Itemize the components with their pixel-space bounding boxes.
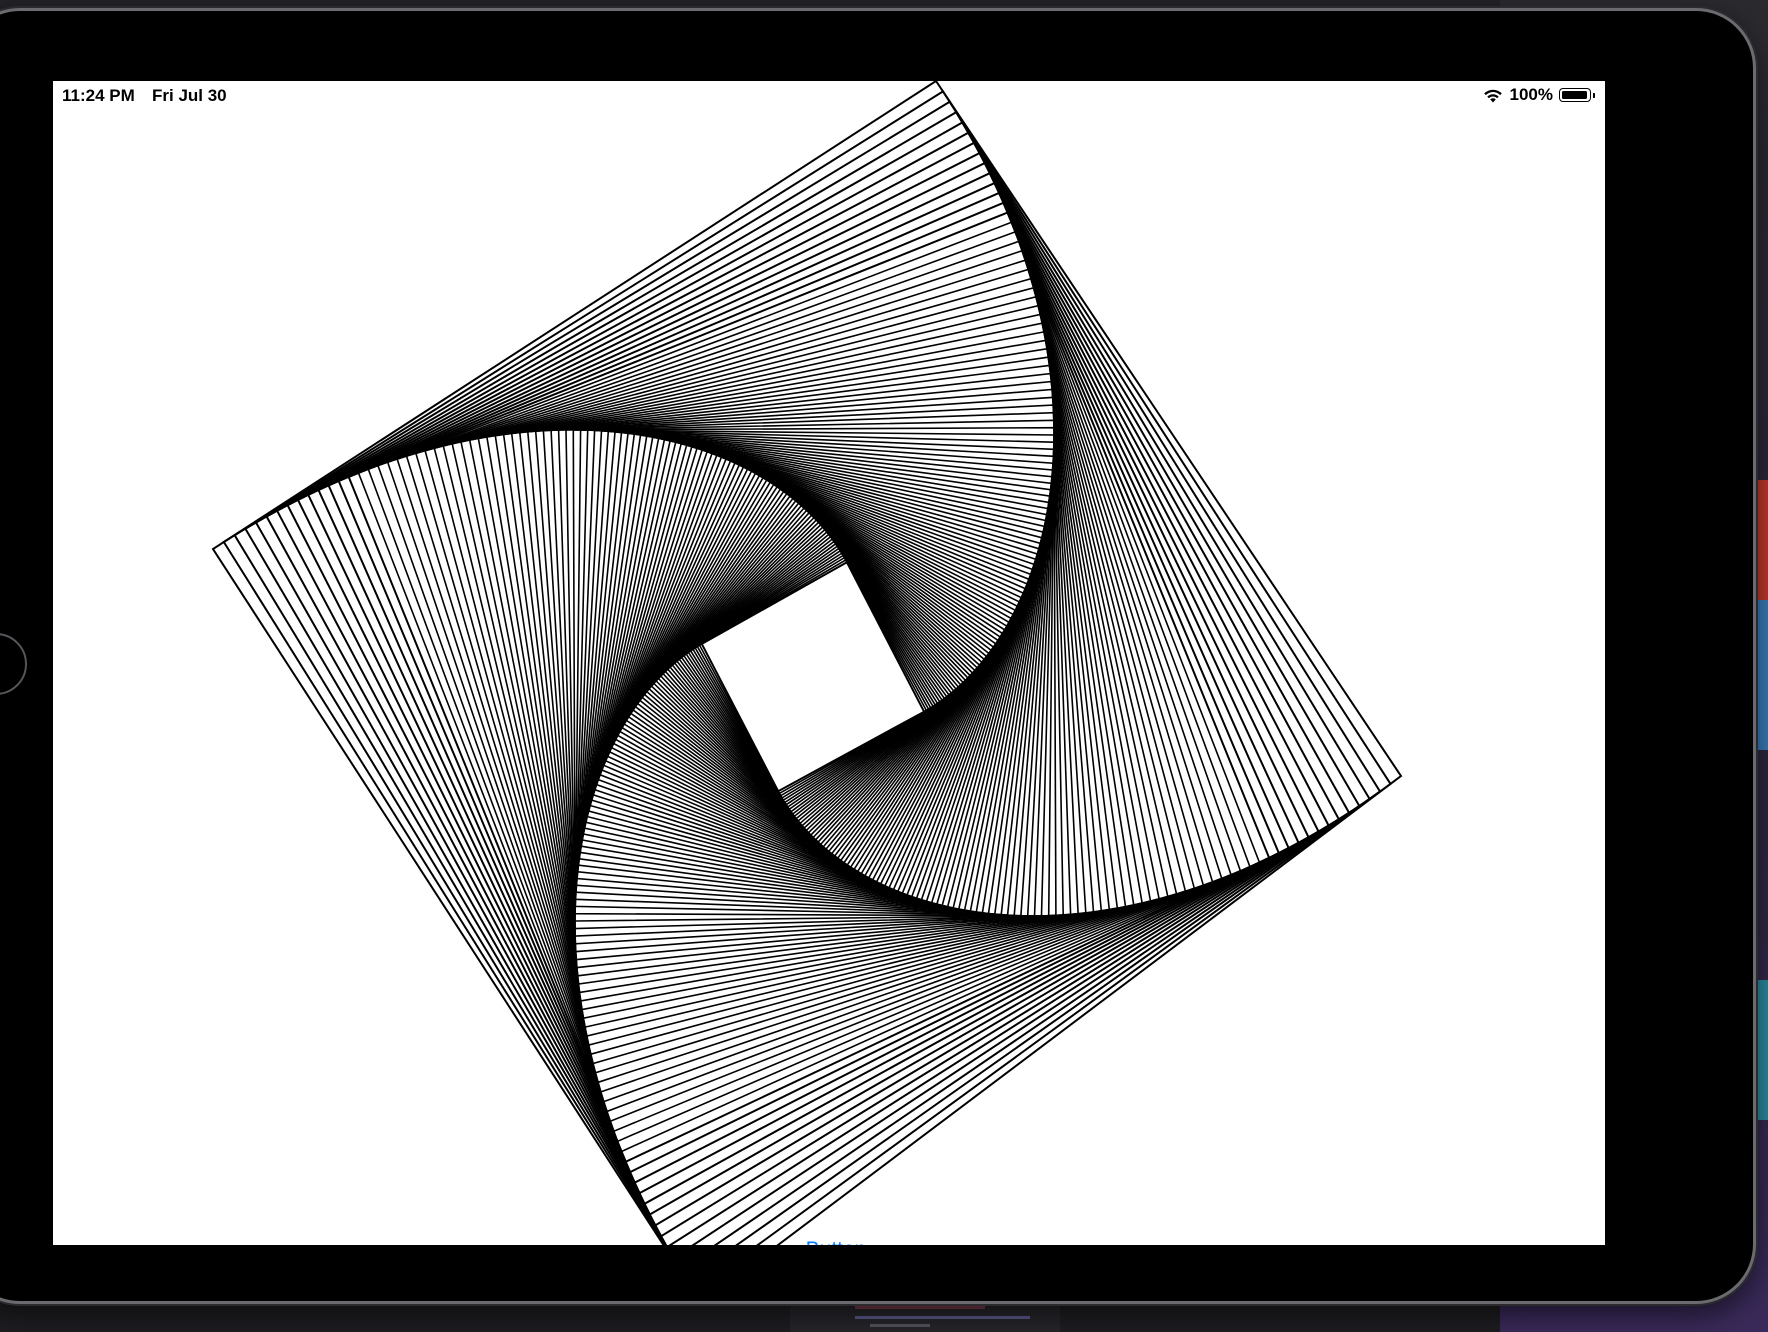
home-button[interactable] bbox=[0, 633, 27, 695]
status-time: 11:24 PM bbox=[62, 86, 135, 105]
ipad-frame: 11:24 PM Fri Jul 30 100% Button bbox=[0, 8, 1756, 1304]
ipad-screen: 11:24 PM Fri Jul 30 100% Button bbox=[53, 81, 1605, 1245]
desktop-strip bbox=[870, 1324, 930, 1327]
wifi-icon bbox=[1483, 89, 1502, 102]
battery-icon bbox=[1559, 88, 1591, 102]
battery-fill bbox=[1562, 91, 1587, 99]
battery-cap bbox=[1593, 92, 1595, 98]
battery-percent: 100% bbox=[1509, 85, 1553, 104]
status-date: Fri Jul 30 bbox=[152, 86, 227, 105]
desktop-strip bbox=[855, 1316, 1030, 1319]
desktop-strip bbox=[855, 1306, 985, 1309]
status-indicators: 100% bbox=[1482, 85, 1595, 105]
status-bar: 11:24 PM Fri Jul 30 100% bbox=[53, 81, 1605, 109]
action-button[interactable]: Button bbox=[797, 1235, 875, 1245]
nested-squares-drawing bbox=[211, 81, 1403, 1245]
